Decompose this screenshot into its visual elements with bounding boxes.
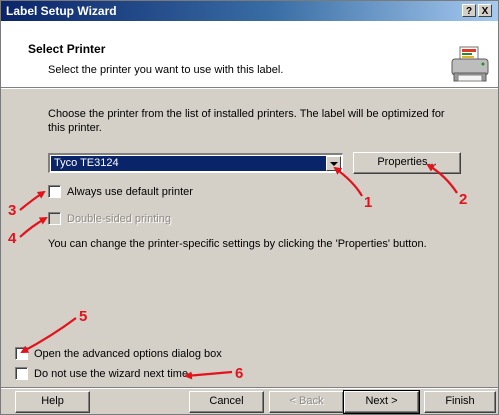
cancel-button[interactable]: Cancel xyxy=(189,391,264,413)
advanced-options-label: Open the advanced options dialog box xyxy=(34,348,222,360)
double-sided-checkbox xyxy=(48,212,61,225)
finish-button[interactable]: Finish xyxy=(424,391,496,413)
settings-note: You can change the printer-specific sett… xyxy=(48,238,427,250)
page-title: Select Printer xyxy=(28,42,106,56)
always-default-checkbox[interactable] xyxy=(48,185,61,198)
intro-text: Choose the printer from the list of inst… xyxy=(48,108,445,134)
printer-icon xyxy=(451,46,489,82)
next-button[interactable]: Next > xyxy=(343,390,420,414)
label-setup-wizard-window: Label Setup Wizard ? X Select Printer Se… xyxy=(0,0,499,415)
help-button[interactable]: Help xyxy=(15,391,90,413)
window-title: Label Setup Wizard xyxy=(6,4,117,18)
double-sided-label: Double-sided printing xyxy=(67,213,171,225)
no-wizard-label: Do not use the wizard next time xyxy=(34,368,189,380)
back-button: < Back xyxy=(269,391,344,413)
header-divider xyxy=(1,88,498,89)
title-bar: Label Setup Wizard ? X xyxy=(1,1,498,21)
page-subtitle: Select the printer you want to use with … xyxy=(48,64,284,76)
footer-divider-highlight xyxy=(1,388,498,389)
always-default-label: Always use default printer xyxy=(67,186,193,198)
no-wizard-checkbox[interactable] xyxy=(15,367,28,380)
printer-dropdown-value: Tyco TE3124 xyxy=(51,156,326,171)
close-title-button[interactable]: X xyxy=(478,4,492,17)
help-title-button[interactable]: ? xyxy=(462,4,476,17)
properties-button[interactable]: Properties... xyxy=(353,152,461,174)
wizard-header: Select Printer Select the printer you wa… xyxy=(1,21,498,88)
printer-dropdown[interactable]: Tyco TE3124 xyxy=(48,153,343,173)
advanced-options-checkbox[interactable] xyxy=(15,347,28,360)
chevron-down-icon[interactable] xyxy=(326,156,341,171)
